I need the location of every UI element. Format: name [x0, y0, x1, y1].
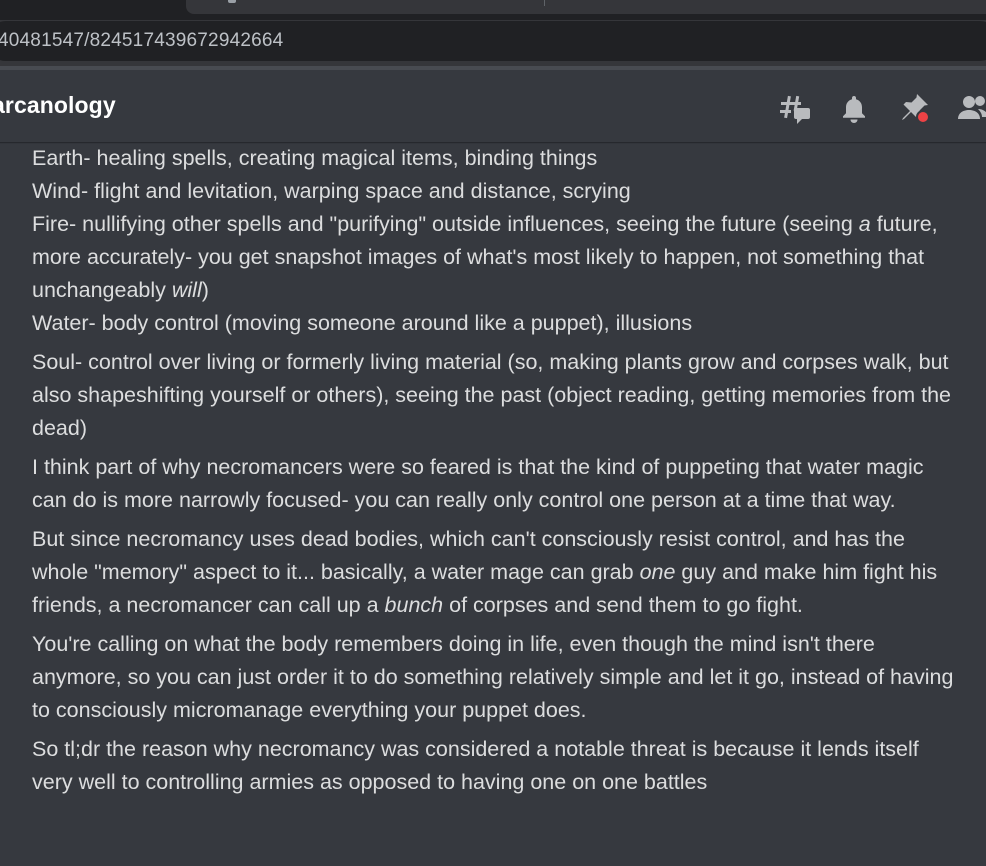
browser-tabstrip [0, 0, 986, 20]
browser-tab[interactable] [186, 0, 986, 14]
message-line: Water- body control (moving someone arou… [0, 307, 986, 340]
message-line: Wind- flight and levitation, warping spa… [0, 175, 986, 208]
message: I think part of why necromancers were so… [0, 451, 986, 517]
channel-name: arcanology [0, 92, 116, 118]
italic-text: will [171, 278, 202, 302]
message-list: Earth- healing spells, creating magical … [0, 142, 986, 866]
browser-toolbar: 40481547/824517439672942664 [0, 20, 986, 66]
message-text: Earth- healing spells, creating magical … [32, 146, 598, 170]
channel-header: arcanology [0, 70, 986, 142]
message-line: So tl;dr the reason why necromancy was c… [0, 733, 986, 799]
members-icon[interactable] [956, 91, 986, 125]
italic-text: a [858, 212, 871, 236]
message-text: Fire- nullifying other spells and "purif… [32, 212, 859, 236]
message-text: ) [201, 278, 209, 302]
address-bar[interactable]: 40481547/824517439672942664 [0, 21, 986, 61]
italic-text: one [639, 560, 676, 584]
message-line: You're calling on what the body remember… [0, 628, 986, 727]
message-text: You're calling on what the body remember… [32, 632, 960, 722]
message-line: Fire- nullifying other spells and "purif… [0, 208, 986, 307]
message: You're calling on what the body remember… [0, 628, 986, 727]
bell-icon[interactable] [837, 91, 871, 125]
tab-separator [544, 0, 545, 6]
tab-favicon-fragment [228, 0, 236, 3]
message-text: So tl;dr the reason why necromancy was c… [32, 737, 925, 794]
message-line: I think part of why necromancers were so… [0, 451, 986, 517]
message-text: I think part of why necromancers were so… [32, 455, 930, 512]
pin-icon[interactable] [897, 91, 931, 125]
italic-text: bunch [384, 593, 444, 617]
message: Earth- healing spells, creating magical … [0, 142, 986, 340]
threads-icon[interactable] [778, 91, 812, 125]
message: But since necromancy uses dead bodies, w… [0, 523, 986, 622]
message: So tl;dr the reason why necromancy was c… [0, 733, 986, 799]
message-line: Earth- healing spells, creating magical … [0, 142, 986, 175]
message-text: of corpses and send them to go fight. [443, 593, 803, 617]
message-text: Soul- control over living or formerly li… [32, 350, 957, 440]
address-bar-url: 40481547/824517439672942664 [0, 30, 284, 51]
message-text: Water- body control (moving someone arou… [32, 311, 693, 335]
message-line: But since necromancy uses dead bodies, w… [0, 523, 986, 622]
message-text: Wind- flight and levitation, warping spa… [32, 179, 631, 203]
message: Soul- control over living or formerly li… [0, 346, 986, 445]
message-line: Soul- control over living or formerly li… [0, 346, 986, 445]
